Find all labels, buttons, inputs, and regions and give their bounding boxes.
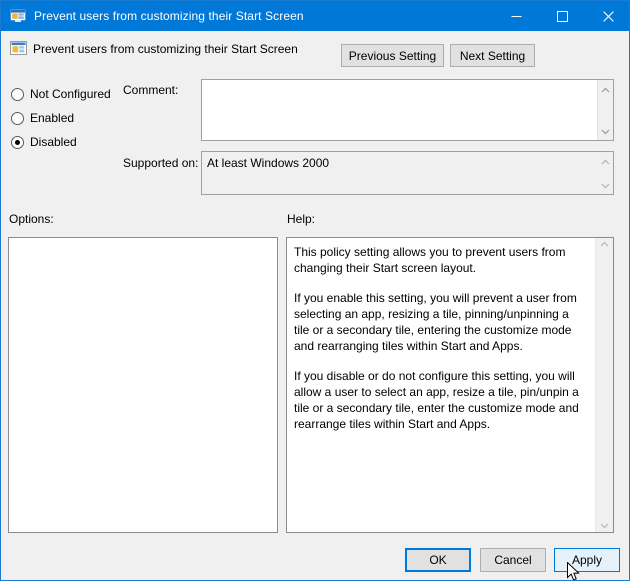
scroll-up-icon[interactable] xyxy=(601,154,610,168)
window-title: Prevent users from customizing their Sta… xyxy=(34,9,304,23)
caption-button-group xyxy=(493,1,629,31)
comment-label: Comment: xyxy=(123,83,179,97)
apply-button[interactable]: Apply xyxy=(554,548,620,572)
options-label: Options: xyxy=(9,212,54,226)
help-scrollbar[interactable] xyxy=(595,238,613,532)
help-paragraph: If you disable or do not configure this … xyxy=(294,369,579,431)
supported-on-field: At least Windows 2000 xyxy=(201,151,614,195)
scroll-up-icon[interactable] xyxy=(596,241,613,247)
policy-header: Prevent users from customizing their Sta… xyxy=(2,32,629,71)
policy-setting-icon xyxy=(10,40,27,57)
policy-setting-dialog: Prevent users from customizing their Sta… xyxy=(0,0,630,581)
radio-enabled[interactable]: Enabled xyxy=(11,106,111,130)
scroll-down-icon[interactable] xyxy=(601,178,610,192)
previous-setting-button[interactable]: Previous Setting xyxy=(341,44,444,67)
title-bar[interactable]: Prevent users from customizing their Sta… xyxy=(1,1,629,31)
scroll-down-icon[interactable] xyxy=(596,523,613,529)
close-button[interactable] xyxy=(585,1,629,31)
ok-button[interactable]: OK xyxy=(405,548,471,572)
help-paragraph: If you enable this setting, you will pre… xyxy=(294,291,577,353)
help-label: Help: xyxy=(287,212,316,226)
comment-scrollbar[interactable] xyxy=(597,80,613,140)
radio-not-configured-mark[interactable] xyxy=(11,87,24,101)
maximize-icon xyxy=(556,10,568,22)
radio-enabled-mark[interactable] xyxy=(11,111,24,125)
comment-input[interactable] xyxy=(202,80,597,140)
comment-field[interactable] xyxy=(201,79,614,141)
close-icon xyxy=(602,10,614,22)
policy-state-radio-group: Not Configured Enabled Disabled xyxy=(11,82,111,154)
policy-title: Prevent users from customizing their Sta… xyxy=(33,42,298,56)
help-paragraph: This policy setting allows you to preven… xyxy=(294,245,566,275)
minimize-icon xyxy=(511,15,521,17)
scroll-up-icon[interactable] xyxy=(601,82,610,96)
radio-disabled-mark[interactable] xyxy=(11,135,24,149)
scroll-down-icon[interactable] xyxy=(601,124,610,138)
help-text: This policy setting allows you to preven… xyxy=(287,238,595,532)
supported-on-scrollbar[interactable] xyxy=(597,152,613,194)
policy-screen-icon xyxy=(10,8,26,24)
supported-on-label: Supported on: xyxy=(123,156,199,170)
radio-enabled-label: Enabled xyxy=(30,111,75,125)
minimize-button[interactable] xyxy=(493,1,539,31)
maximize-button[interactable] xyxy=(539,1,585,31)
options-panel[interactable] xyxy=(8,237,278,533)
next-setting-button[interactable]: Next Setting xyxy=(450,44,535,67)
supported-on-value: At least Windows 2000 xyxy=(207,156,330,170)
help-panel: This policy setting allows you to preven… xyxy=(286,237,614,533)
radio-not-configured[interactable]: Not Configured xyxy=(11,82,111,106)
radio-disabled[interactable]: Disabled xyxy=(11,130,111,154)
radio-disabled-label: Disabled xyxy=(30,135,77,149)
cancel-button[interactable]: Cancel xyxy=(480,548,546,572)
radio-not-configured-label: Not Configured xyxy=(30,87,111,101)
